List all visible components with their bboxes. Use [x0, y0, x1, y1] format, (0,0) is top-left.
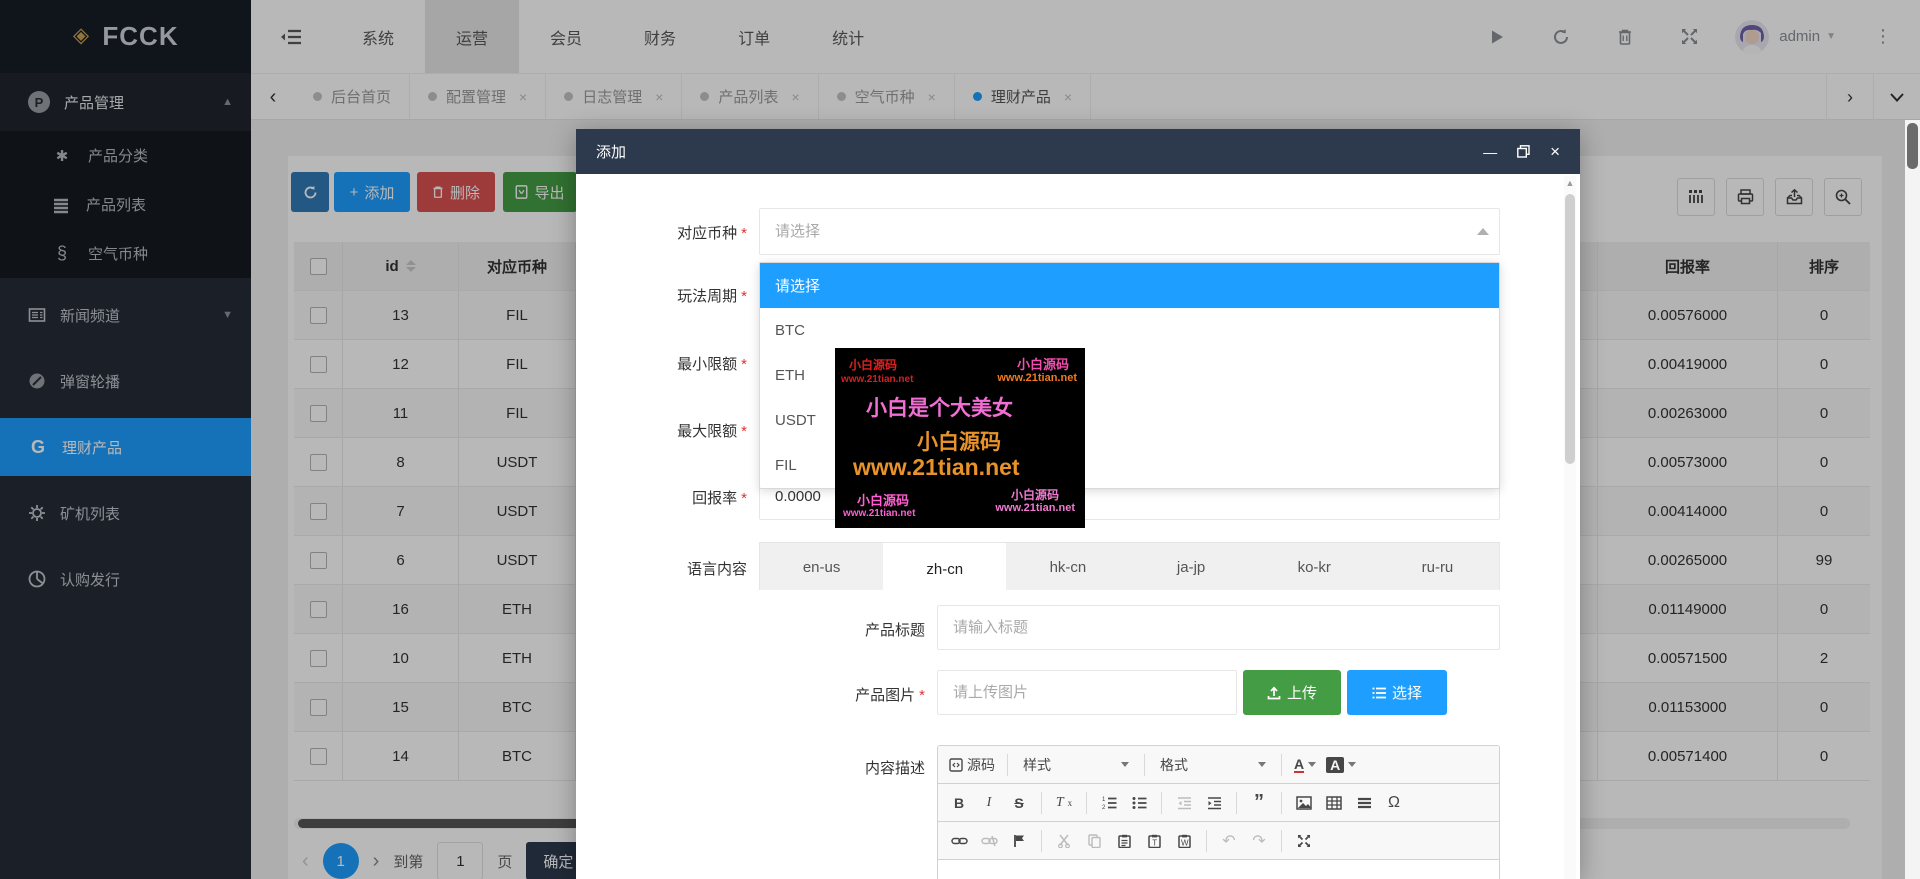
lang-tab-hk-cn[interactable]: hk-cn	[1006, 543, 1129, 591]
language-tabs: en-us zh-cn hk-cn ja-jp ko-kr ru-ru	[759, 542, 1500, 590]
add-modal: 添加 — × 对应币种* 玩法周期* 最小限额* 最大限额*	[576, 129, 1580, 879]
format-dropdown[interactable]: 格式	[1154, 752, 1272, 778]
anchor-flag-icon[interactable]	[1006, 828, 1032, 854]
source-button[interactable]: 源码	[946, 752, 998, 778]
modal-scrollbar-thumb[interactable]	[1565, 194, 1575, 464]
lang-tab-ko-kr[interactable]: ko-kr	[1253, 543, 1376, 591]
paste-word-icon[interactable]: W	[1171, 828, 1197, 854]
editor-toolbar-row-3: T W ↶ ↷	[938, 822, 1499, 860]
product-title-input[interactable]	[937, 605, 1500, 650]
insert-table-icon[interactable]	[1321, 790, 1347, 816]
outdent-icon[interactable]	[1171, 790, 1197, 816]
bold-button[interactable]: B	[946, 790, 972, 816]
unordered-list-icon[interactable]	[1126, 790, 1152, 816]
redo-icon[interactable]: ↷	[1246, 828, 1272, 854]
editor-toolbar-row-1: 源码 样式 格式 A A	[938, 746, 1499, 784]
select-caret-icon	[1477, 228, 1489, 235]
svg-text:1: 1	[1102, 797, 1106, 803]
italic-button[interactable]: I	[976, 790, 1002, 816]
product-image-input[interactable]	[937, 670, 1237, 715]
desc-field-label: 内容描述	[776, 757, 925, 778]
restore-icon[interactable]	[1517, 145, 1530, 158]
text-color-button[interactable]: A	[1291, 752, 1319, 778]
bg-color-button[interactable]: A	[1323, 752, 1359, 778]
unlink-icon[interactable]	[976, 828, 1002, 854]
lang-field-label: 语言内容	[596, 558, 747, 579]
indent-icon[interactable]	[1201, 790, 1227, 816]
special-char-button[interactable]: Ω	[1381, 790, 1407, 816]
min-field-label: 最小限额*	[596, 353, 747, 374]
lang-tab-zh-cn[interactable]: zh-cn	[883, 543, 1006, 595]
max-field-label: 最大限额*	[596, 420, 747, 441]
svg-text:W: W	[1181, 838, 1189, 847]
page-scrollbar-thumb[interactable]	[1907, 123, 1918, 169]
insert-image-icon[interactable]	[1291, 790, 1317, 816]
watermark-image: 小白源码 www.21tian.net 小白源码 www.21tian.net …	[835, 348, 1085, 528]
horizontal-rule-icon[interactable]	[1351, 790, 1377, 816]
strikethrough-button[interactable]: S	[1006, 790, 1032, 816]
link-icon[interactable]	[946, 828, 972, 854]
choose-button[interactable]: 选择	[1347, 670, 1447, 715]
dropdown-option-placeholder[interactable]: 请选择	[760, 263, 1499, 308]
lang-tab-ja-jp[interactable]: ja-jp	[1130, 543, 1253, 591]
list-icon	[1372, 687, 1386, 699]
editor-toolbar-row-2: B I S Tx 12 ”	[938, 784, 1499, 822]
ordered-list-icon[interactable]: 12	[1096, 790, 1122, 816]
remove-format-button[interactable]: Tx	[1051, 790, 1077, 816]
coin-select[interactable]	[759, 208, 1500, 255]
lang-tab-ru-ru[interactable]: ru-ru	[1376, 543, 1499, 591]
page-scrollbar	[1905, 120, 1920, 879]
image-field-label: 产品图片*	[776, 684, 925, 705]
minimize-icon[interactable]: —	[1483, 144, 1497, 160]
lang-tab-en-us[interactable]: en-us	[760, 543, 883, 591]
svg-text:T: T	[1152, 838, 1157, 847]
period-field-label: 玩法周期*	[596, 285, 747, 306]
dropdown-option-btc[interactable]: BTC	[760, 308, 1499, 353]
modal-scrollbar: ▲	[1564, 176, 1576, 879]
rich-text-editor: 源码 样式 格式 A A B I S Tx 12	[937, 745, 1500, 879]
paste-text-icon[interactable]: T	[1141, 828, 1167, 854]
paste-icon[interactable]	[1111, 828, 1137, 854]
undo-icon[interactable]: ↶	[1216, 828, 1242, 854]
screen: FCCK P 产品管理 ▲ ✱ 产品分类 产品列表 § 空气币种 新闻频道	[0, 0, 1920, 879]
rate-field-label: 回报率*	[596, 487, 747, 508]
modal-header[interactable]: 添加 — ×	[576, 129, 1580, 174]
blockquote-button[interactable]: ”	[1246, 790, 1272, 816]
coin-field-label: 对应币种*	[596, 222, 747, 243]
scrollbar-up-icon[interactable]: ▲	[1564, 178, 1576, 188]
modal-title: 添加	[596, 141, 626, 162]
copy-icon[interactable]	[1081, 828, 1107, 854]
upload-icon	[1267, 686, 1281, 700]
styles-dropdown[interactable]: 样式	[1017, 752, 1135, 778]
upload-button[interactable]: 上传	[1243, 670, 1341, 715]
maximize-editor-icon[interactable]	[1291, 828, 1317, 854]
title-field-label: 产品标题	[776, 619, 925, 640]
cut-icon[interactable]	[1051, 828, 1077, 854]
svg-text:2: 2	[1102, 805, 1106, 810]
close-icon[interactable]: ×	[1550, 142, 1560, 162]
